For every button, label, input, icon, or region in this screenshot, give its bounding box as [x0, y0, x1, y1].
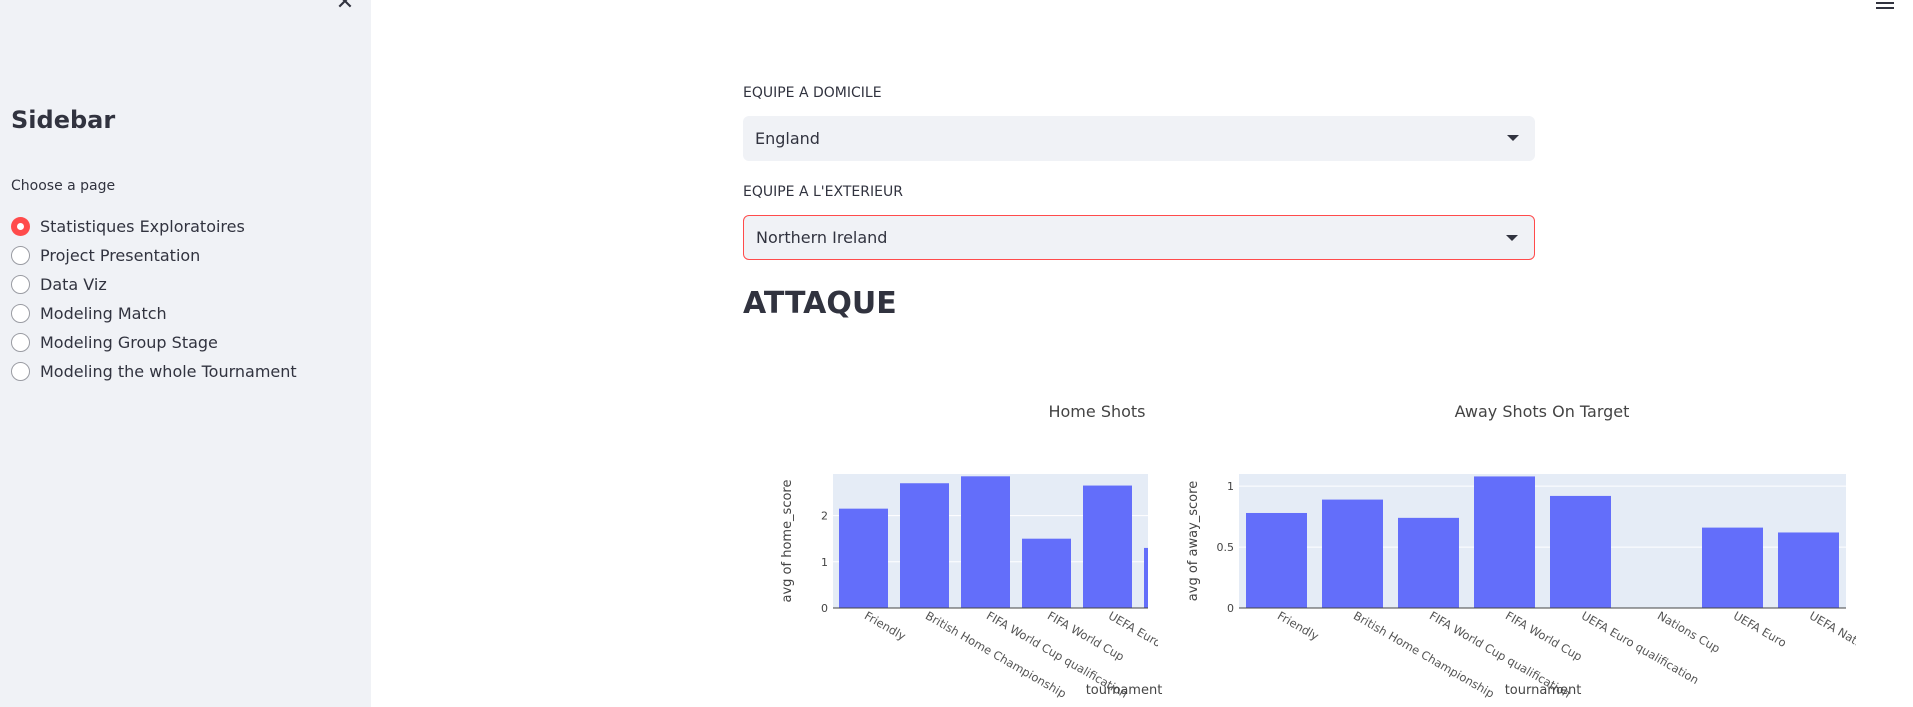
radio-label: Statistiques Exploratoires — [40, 217, 245, 236]
y-tick-label: 0 — [821, 602, 828, 615]
x-tick-label: UEFA Nations League — [1807, 608, 1913, 681]
section-heading: ATTAQUE — [743, 286, 897, 321]
plot-background — [833, 474, 1148, 608]
y-tick-label: 0 — [1227, 602, 1234, 615]
y-axis-title: avg of away_score — [1186, 481, 1201, 601]
chart-1: Home Shots 0 1 2 Friendly British Home Champi… — [780, 402, 1289, 701]
y-axis-title: avg of home_score — [780, 480, 795, 603]
home-team-select[interactable]: England — [743, 116, 1535, 161]
bars — [839, 476, 1148, 608]
x-tick-label: FIFA World Cup — [1503, 608, 1585, 663]
home-team-label: EQUIPE A DOMICILE — [743, 85, 882, 101]
bar-uefa-euro — [1083, 485, 1132, 608]
radio-unchecked-icon — [11, 333, 30, 352]
radio-project-presentation[interactable]: Project Presentation — [11, 241, 297, 270]
app-root: ✕ Sidebar Choose a page Statistiques Exp… — [0, 0, 1913, 707]
x-tick-label: UEFA Euro — [1106, 608, 1164, 650]
radio-modeling-match[interactable]: Modeling Match — [11, 299, 297, 328]
page-radio-group: Statistiques Exploratoires Project Prese… — [11, 212, 297, 386]
bar-friendly — [1246, 512, 1307, 608]
radio-label: Modeling the whole Tournament — [40, 362, 297, 381]
chart-title: Away Shots On Target — [1455, 402, 1630, 421]
chart-title: Home Shots — [1048, 402, 1145, 421]
x-tick-label: Nations Cup — [1655, 608, 1723, 655]
y-tick-label: 1 — [1227, 480, 1234, 493]
bar-friendly — [839, 508, 888, 608]
x-tick-label: British Home Championship — [1351, 608, 1497, 700]
x-tick-label: FIFA World Cup qualification — [1427, 608, 1573, 700]
bar-fifa-world-cup — [1474, 476, 1535, 608]
x-axis-title: tournament — [1505, 683, 1582, 698]
y-tick-label: 2 — [821, 510, 828, 523]
radio-checked-icon — [11, 217, 30, 236]
radio-unchecked-icon — [11, 246, 30, 265]
away-team-value: Northern Ireland — [756, 228, 888, 247]
radio-statistiques-exploratoires[interactable]: Statistiques Exploratoires — [11, 212, 297, 241]
x-tick-label: FIFA World Cup qualification — [984, 608, 1130, 700]
bar-fifa-world-cup-qualification — [1398, 517, 1459, 608]
away-team-select[interactable]: Northern Ireland — [743, 215, 1535, 260]
hamburger-icon[interactable] — [1876, 0, 1894, 9]
away-team-label: EQUIPE A L'EXTERIEUR — [743, 184, 903, 200]
bar-uefa-euro — [1702, 527, 1763, 608]
radio-label: Project Presentation — [40, 246, 201, 265]
home-team-value: England — [755, 129, 820, 148]
y-tick-label: 1 — [821, 556, 828, 569]
chevron-down-icon — [1507, 135, 1519, 141]
bar-uefa-euro-qualification — [1550, 495, 1611, 608]
radio-label: Modeling Group Stage — [40, 333, 218, 352]
chevron-down-icon — [1506, 235, 1518, 241]
bar-uefa-nations-league — [1778, 532, 1839, 608]
x-tick-label: FIFA World Cup — [1045, 608, 1127, 663]
radio-unchecked-icon — [11, 362, 30, 381]
x-tick-label: Friendly — [1275, 608, 1321, 643]
x-tick-label: UEFA Euro qualification — [1167, 608, 1289, 687]
chart-2: Away Shots On Target 0 0.5 1 Friendly British… — [1186, 402, 1913, 701]
x-tick-label: British Home Championship — [923, 608, 1069, 700]
radio-modeling-group-stage[interactable]: Modeling Group Stage — [11, 328, 297, 357]
radio-modeling-whole-tournament[interactable]: Modeling the whole Tournament — [11, 357, 297, 386]
x-tick-label: Friendly — [862, 608, 908, 643]
x-tick-labels: Friendly British Home ChampionshipFIFA Wo… — [862, 608, 1289, 700]
x-axis-title: tournament — [1086, 683, 1163, 698]
sidebar-title: Sidebar — [11, 106, 116, 134]
page-radio-label: Choose a page — [11, 178, 116, 194]
y-tick-label: 0.5 — [1217, 541, 1235, 554]
sidebar: ✕ Sidebar Choose a page Statistiques Exp… — [0, 0, 371, 707]
radio-data-viz[interactable]: Data Viz — [11, 270, 297, 299]
radio-label: Modeling Match — [40, 304, 167, 323]
bars — [1246, 476, 1839, 608]
plot-background — [1239, 474, 1846, 608]
radio-unchecked-icon — [11, 304, 30, 323]
close-icon[interactable]: ✕ — [334, 0, 356, 14]
bar-uefa-euro-qualification — [1144, 547, 1148, 608]
radio-unchecked-icon — [11, 275, 30, 294]
bar-british-home-championship — [900, 483, 949, 608]
x-tick-label: UEFA Euro — [1731, 608, 1789, 650]
x-tick-labels: Friendly British Home ChampionshipFIFA Wo… — [1275, 608, 1913, 700]
x-tick-label: UEFA Euro qualification — [1579, 608, 1701, 687]
bar-fifa-world-cup — [1022, 538, 1071, 608]
radio-label: Data Viz — [40, 275, 107, 294]
bar-british-home-championship — [1322, 499, 1383, 608]
bar-fifa-world-cup-qualification — [961, 476, 1010, 608]
